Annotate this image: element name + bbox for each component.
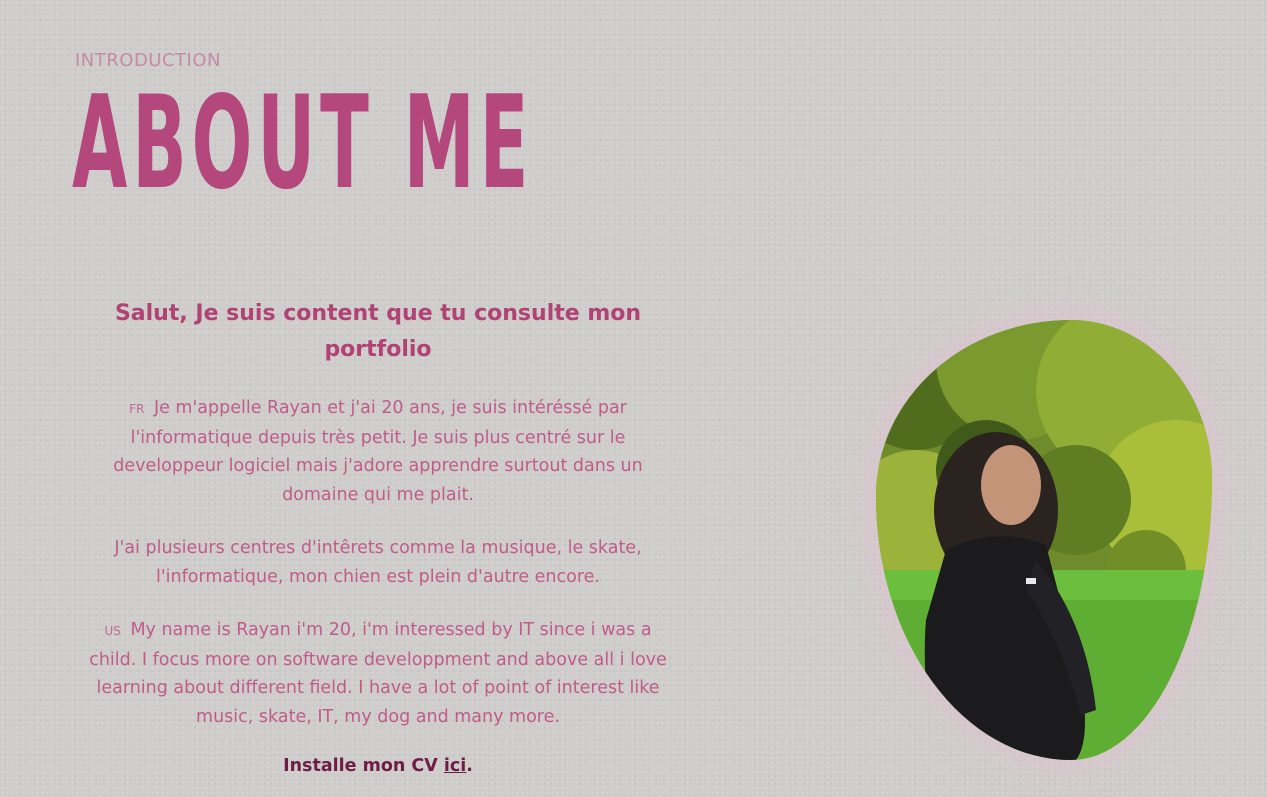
cv-suffix: . [466,756,473,776]
cv-download-line: Installe mon CV ici. [80,756,676,776]
fr-paragraph-text: Je m'appelle Rayan et j'ai 20 ans, je su… [113,398,643,505]
cv-download-link[interactable]: ici [444,756,466,776]
page-title: ABOUT ME [72,69,534,218]
us-paragraph: US My name is Rayan i'm 20, i'm interess… [80,616,676,731]
fr-paragraph-2: J'ai plusieurs centres d'intêrets comme … [114,538,642,587]
about-text-block: Salut, Je suis content que tu consulte m… [80,296,676,776]
section-eyebrow: INTRODUCTION [75,50,221,71]
cv-prefix: Installe mon CV [283,756,444,776]
us-paragraph-text: My name is Rayan i'm 20, i'm interessed … [89,620,667,727]
about-headline: Salut, Je suis content que tu consulte m… [114,301,642,362]
fr-flag-icon: FR [129,402,145,416]
profile-photo [876,320,1212,760]
profile-photo-illustration [876,320,1212,760]
us-flag-icon: US [104,624,121,638]
fr-paragraph: FR Je m'appelle Rayan et j'ai 20 ans, je… [80,394,676,509]
